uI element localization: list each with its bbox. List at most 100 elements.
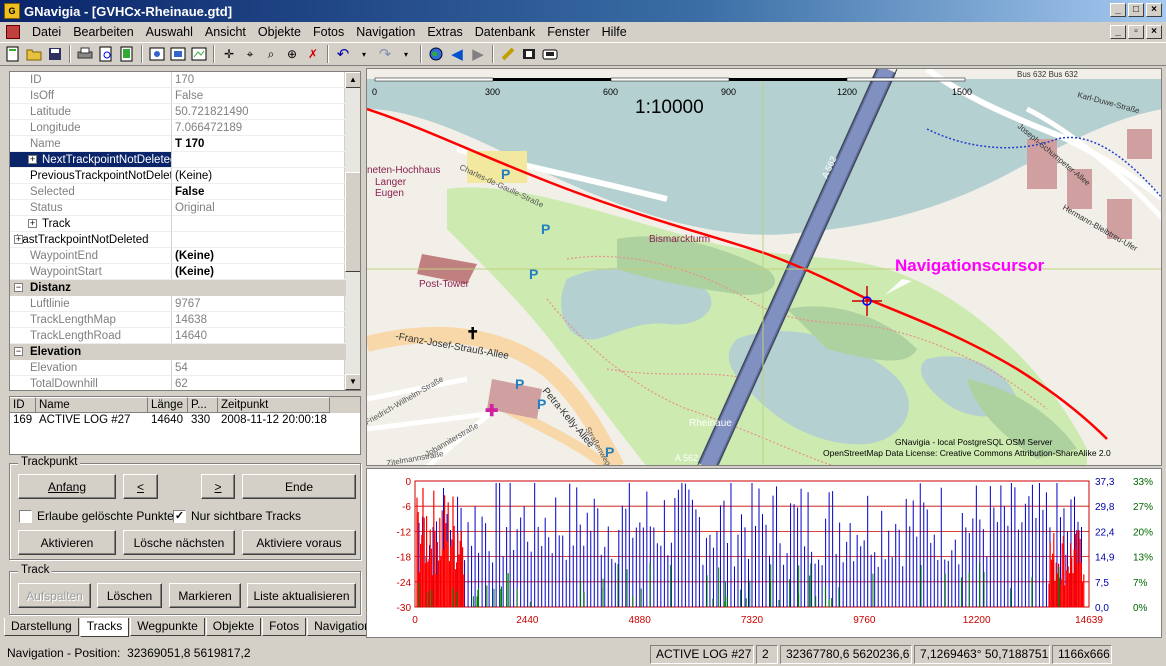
redo-icon[interactable]: ↷ — [376, 45, 394, 63]
menu-datei[interactable]: Datei — [26, 25, 67, 39]
select-point-icon[interactable]: ⌖ — [241, 45, 259, 63]
property-row[interactable]: Elevation 54 — [10, 360, 346, 376]
map-view[interactable]: 0 300 600 900 1200 1500 1:10000 neten-Ho… — [366, 68, 1162, 466]
property-row[interactable]: PreviousTrackpointNotDeleted (Keine) — [10, 168, 346, 184]
property-grid[interactable]: ▲ ▼ ID 170 IsOff False Latitude 50.721821490 L… — [9, 71, 361, 391]
print-preview-icon[interactable] — [97, 45, 115, 63]
loesche-naechsten-button[interactable]: Lösche nächsten — [123, 530, 235, 555]
menu-ansicht[interactable]: Ansicht — [199, 25, 252, 39]
anfang-button[interactable]: Anfang — [18, 474, 116, 499]
property-row[interactable]: TotalDownhill 62 — [10, 376, 346, 390]
menu-hilfe[interactable]: Hilfe — [596, 25, 633, 39]
close-button[interactable]: × — [1146, 3, 1162, 17]
parking-icon[interactable]: P — [541, 221, 550, 237]
pick-icon[interactable]: ⌕ — [262, 45, 280, 63]
zoom-icon[interactable] — [169, 45, 187, 63]
tab-tracks[interactable]: Tracks — [79, 618, 130, 637]
menu-extras[interactable]: Extras — [421, 25, 468, 39]
crosshair-icon[interactable]: ✛ — [220, 45, 238, 63]
mdi-restore-button[interactable]: ▫ — [1128, 25, 1144, 39]
minimize-button[interactable]: _ — [1110, 3, 1126, 17]
screen-icon[interactable] — [148, 45, 166, 63]
collapse-icon[interactable]: − — [14, 283, 23, 292]
expand-icon[interactable]: + — [14, 235, 23, 244]
previous-button[interactable]: < — [123, 474, 158, 499]
menu-objekte[interactable]: Objekte — [252, 25, 307, 39]
tab-objekte[interactable]: Objekte — [205, 618, 262, 636]
aufspalten-button[interactable]: Aufspalten — [18, 583, 91, 608]
menu-datenbank[interactable]: Datenbank — [469, 25, 541, 39]
property-row[interactable]: Longitude 7.066472189 — [10, 120, 346, 136]
new-file-icon[interactable] — [4, 45, 22, 63]
property-row[interactable]: Distanz − — [10, 280, 346, 296]
property-row[interactable]: TrackLengthMap 14638 — [10, 312, 346, 328]
gps-device-icon[interactable] — [541, 45, 559, 63]
dropdown-icon[interactable]: ▾ — [397, 45, 415, 63]
scroll-up-arrow[interactable]: ▲ — [345, 72, 360, 88]
parking-icon[interactable]: P — [537, 396, 546, 412]
property-row[interactable]: Name T 170 — [10, 136, 346, 152]
menu-navigation[interactable]: Navigation — [350, 25, 421, 39]
property-row[interactable]: Luftlinie 9767 — [10, 296, 346, 312]
expand-icon[interactable]: + — [28, 155, 37, 164]
visible-tracks-checkbox[interactable]: ✓ Nur sichtbare Tracks — [173, 509, 301, 523]
save-icon[interactable] — [46, 45, 64, 63]
allow-deleted-checkbox[interactable]: Erlaube gelöschte Punkte — [19, 509, 174, 523]
map-canvas[interactable]: 0 300 600 900 1200 1500 1:10000 neten-Ho… — [367, 69, 1162, 466]
menu-bearbeiten[interactable]: Bearbeiten — [67, 25, 139, 39]
property-row[interactable]: WaypointEnd (Keine) — [10, 248, 346, 264]
collapse-icon[interactable]: − — [14, 347, 23, 356]
property-row[interactable]: WaypointStart (Keine) — [10, 264, 346, 280]
property-scrollbar[interactable]: ▲ ▼ — [344, 72, 360, 390]
col-length[interactable]: Länge — [148, 397, 188, 413]
target-icon[interactable]: ⊕ — [283, 45, 301, 63]
property-row[interactable]: Latitude 50.721821490 — [10, 104, 346, 120]
maximize-button[interactable]: □ — [1128, 3, 1144, 17]
print-icon[interactable] — [76, 45, 94, 63]
ruler-icon[interactable] — [499, 45, 517, 63]
parking-icon[interactable]: P — [529, 266, 538, 282]
property-row[interactable]: Selected False — [10, 184, 346, 200]
tab-darstellung[interactable]: Darstellung — [4, 618, 79, 636]
property-row[interactable]: IsOff False — [10, 88, 346, 104]
mdi-minimize-button[interactable]: _ — [1110, 25, 1126, 39]
document-icon[interactable] — [6, 25, 20, 39]
mdi-close-button[interactable]: × — [1146, 25, 1162, 39]
col-time[interactable]: Zeitpunkt — [218, 397, 330, 413]
globe-icon[interactable] — [427, 45, 445, 63]
liste-aktualisieren-button[interactable]: Liste aktualisieren — [247, 583, 356, 608]
parking-icon[interactable]: P — [605, 444, 614, 460]
col-points[interactable]: P... — [188, 397, 218, 413]
page-setup-icon[interactable] — [118, 45, 136, 63]
ende-button[interactable]: Ende — [242, 474, 356, 499]
next-button[interactable]: > — [201, 474, 235, 499]
aktivieren-button[interactable]: Aktivieren — [18, 530, 116, 555]
film-icon[interactable] — [520, 45, 538, 63]
property-row[interactable]: NextTrackpointNotDeleted + — [10, 152, 346, 168]
undo-icon[interactable]: ↶ — [334, 45, 352, 63]
property-row[interactable]: Status Original — [10, 200, 346, 216]
forward-arrow-icon[interactable]: ▶ — [469, 45, 487, 63]
open-folder-icon[interactable] — [25, 45, 43, 63]
property-row[interactable]: LastTrackpointNotDeleted + — [10, 232, 346, 248]
menu-fenster[interactable]: Fenster — [541, 25, 595, 39]
table-row[interactable]: 169 ACTIVE LOG #27 14640 330 2008-11-12 … — [10, 413, 360, 428]
loeschen-button[interactable]: Löschen — [97, 583, 162, 608]
menu-auswahl[interactable]: Auswahl — [140, 25, 199, 39]
map-icon[interactable] — [190, 45, 208, 63]
aktiviere-voraus-button[interactable]: Aktiviere voraus — [242, 530, 356, 555]
property-row[interactable]: TrackLengthRoad 14640 — [10, 328, 346, 344]
scroll-down-arrow[interactable]: ▼ — [345, 374, 360, 390]
tab-wegpunkte[interactable]: Wegpunkte — [130, 618, 205, 636]
property-row[interactable]: Elevation − — [10, 344, 346, 360]
menu-fotos[interactable]: Fotos — [307, 25, 350, 39]
property-row[interactable]: ID 170 — [10, 72, 346, 88]
elevation-chart[interactable]: 0 37,3 33% -6 29,8 27% -12 22,4 20% -18 14,9 13% -24… — [366, 468, 1162, 638]
back-arrow-icon[interactable]: ◀ — [448, 45, 466, 63]
delete-point-icon[interactable]: ✗ — [304, 45, 322, 63]
parking-icon[interactable]: P — [501, 166, 510, 182]
col-name[interactable]: Name — [36, 397, 148, 413]
col-id[interactable]: ID — [10, 397, 36, 413]
parking-icon[interactable]: P — [515, 376, 524, 392]
scroll-thumb[interactable] — [345, 172, 360, 272]
